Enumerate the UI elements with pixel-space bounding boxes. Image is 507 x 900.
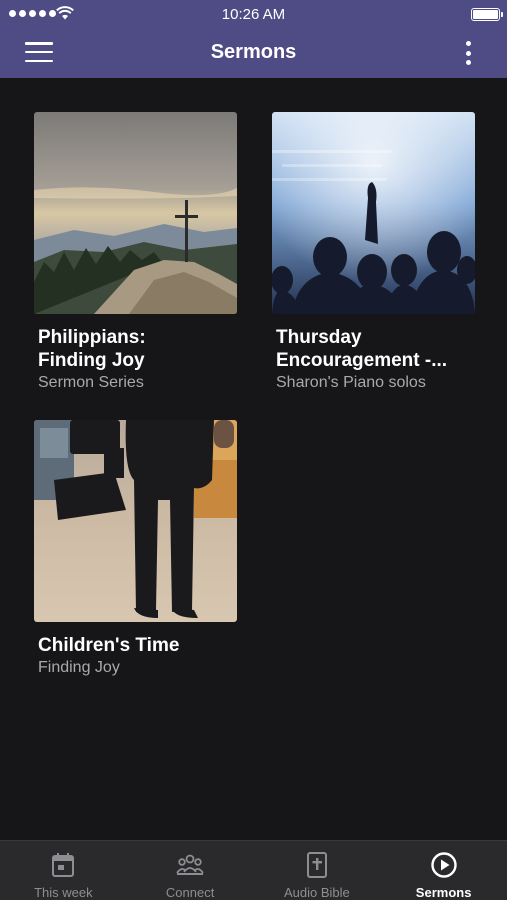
sermon-subtitle: Sermon Series	[38, 374, 144, 391]
tab-sermons[interactable]: Sermons	[380, 841, 507, 900]
status-bar: 10:26 AM	[0, 0, 507, 28]
sermon-title: Thursday Encouragement -...	[276, 327, 448, 371]
play-circle-icon	[430, 852, 457, 878]
people-icon	[176, 854, 204, 875]
app-header: 10:26 AM Sermons	[0, 0, 507, 78]
sermon-title: Children's Time	[38, 635, 180, 656]
tab-label: Sermons	[415, 885, 472, 900]
sermon-thumbnail-cross	[34, 112, 237, 314]
sermon-card-philippians[interactable]: Philippians: Finding Joy Sermon Series	[34, 112, 237, 394]
tab-label: Audio Bible	[283, 885, 350, 900]
bottom-tab-bar: This week Connect Audio Bible Sermons	[0, 840, 507, 900]
more-options-icon[interactable]	[458, 39, 478, 67]
sermon-subtitle: Finding Joy	[38, 659, 120, 676]
bible-icon	[306, 852, 327, 878]
tab-label: This week	[34, 885, 93, 900]
sermon-card-thursday-encouragement[interactable]: Thursday Encouragement -... Sharon's Pia…	[272, 112, 475, 394]
tab-label: Connect	[165, 885, 215, 900]
page-title: Sermons	[210, 41, 297, 63]
sermon-card-childrens-time[interactable]: Children's Time Finding Joy	[34, 420, 237, 679]
calendar-icon	[52, 853, 75, 877]
tab-this-week[interactable]: This week	[0, 841, 127, 900]
sermon-thumbnail-walker	[34, 420, 237, 622]
sermon-thumbnail-worship	[272, 112, 475, 314]
battery-icon	[471, 8, 503, 21]
sermon-title: Philippians: Finding Joy	[38, 327, 146, 371]
sermon-subtitle: Sharon's Piano solos	[276, 374, 426, 391]
tab-connect[interactable]: Connect	[127, 841, 254, 900]
tab-audio-bible[interactable]: Audio Bible	[254, 841, 381, 900]
status-time: 10:26 AM	[221, 6, 286, 23]
